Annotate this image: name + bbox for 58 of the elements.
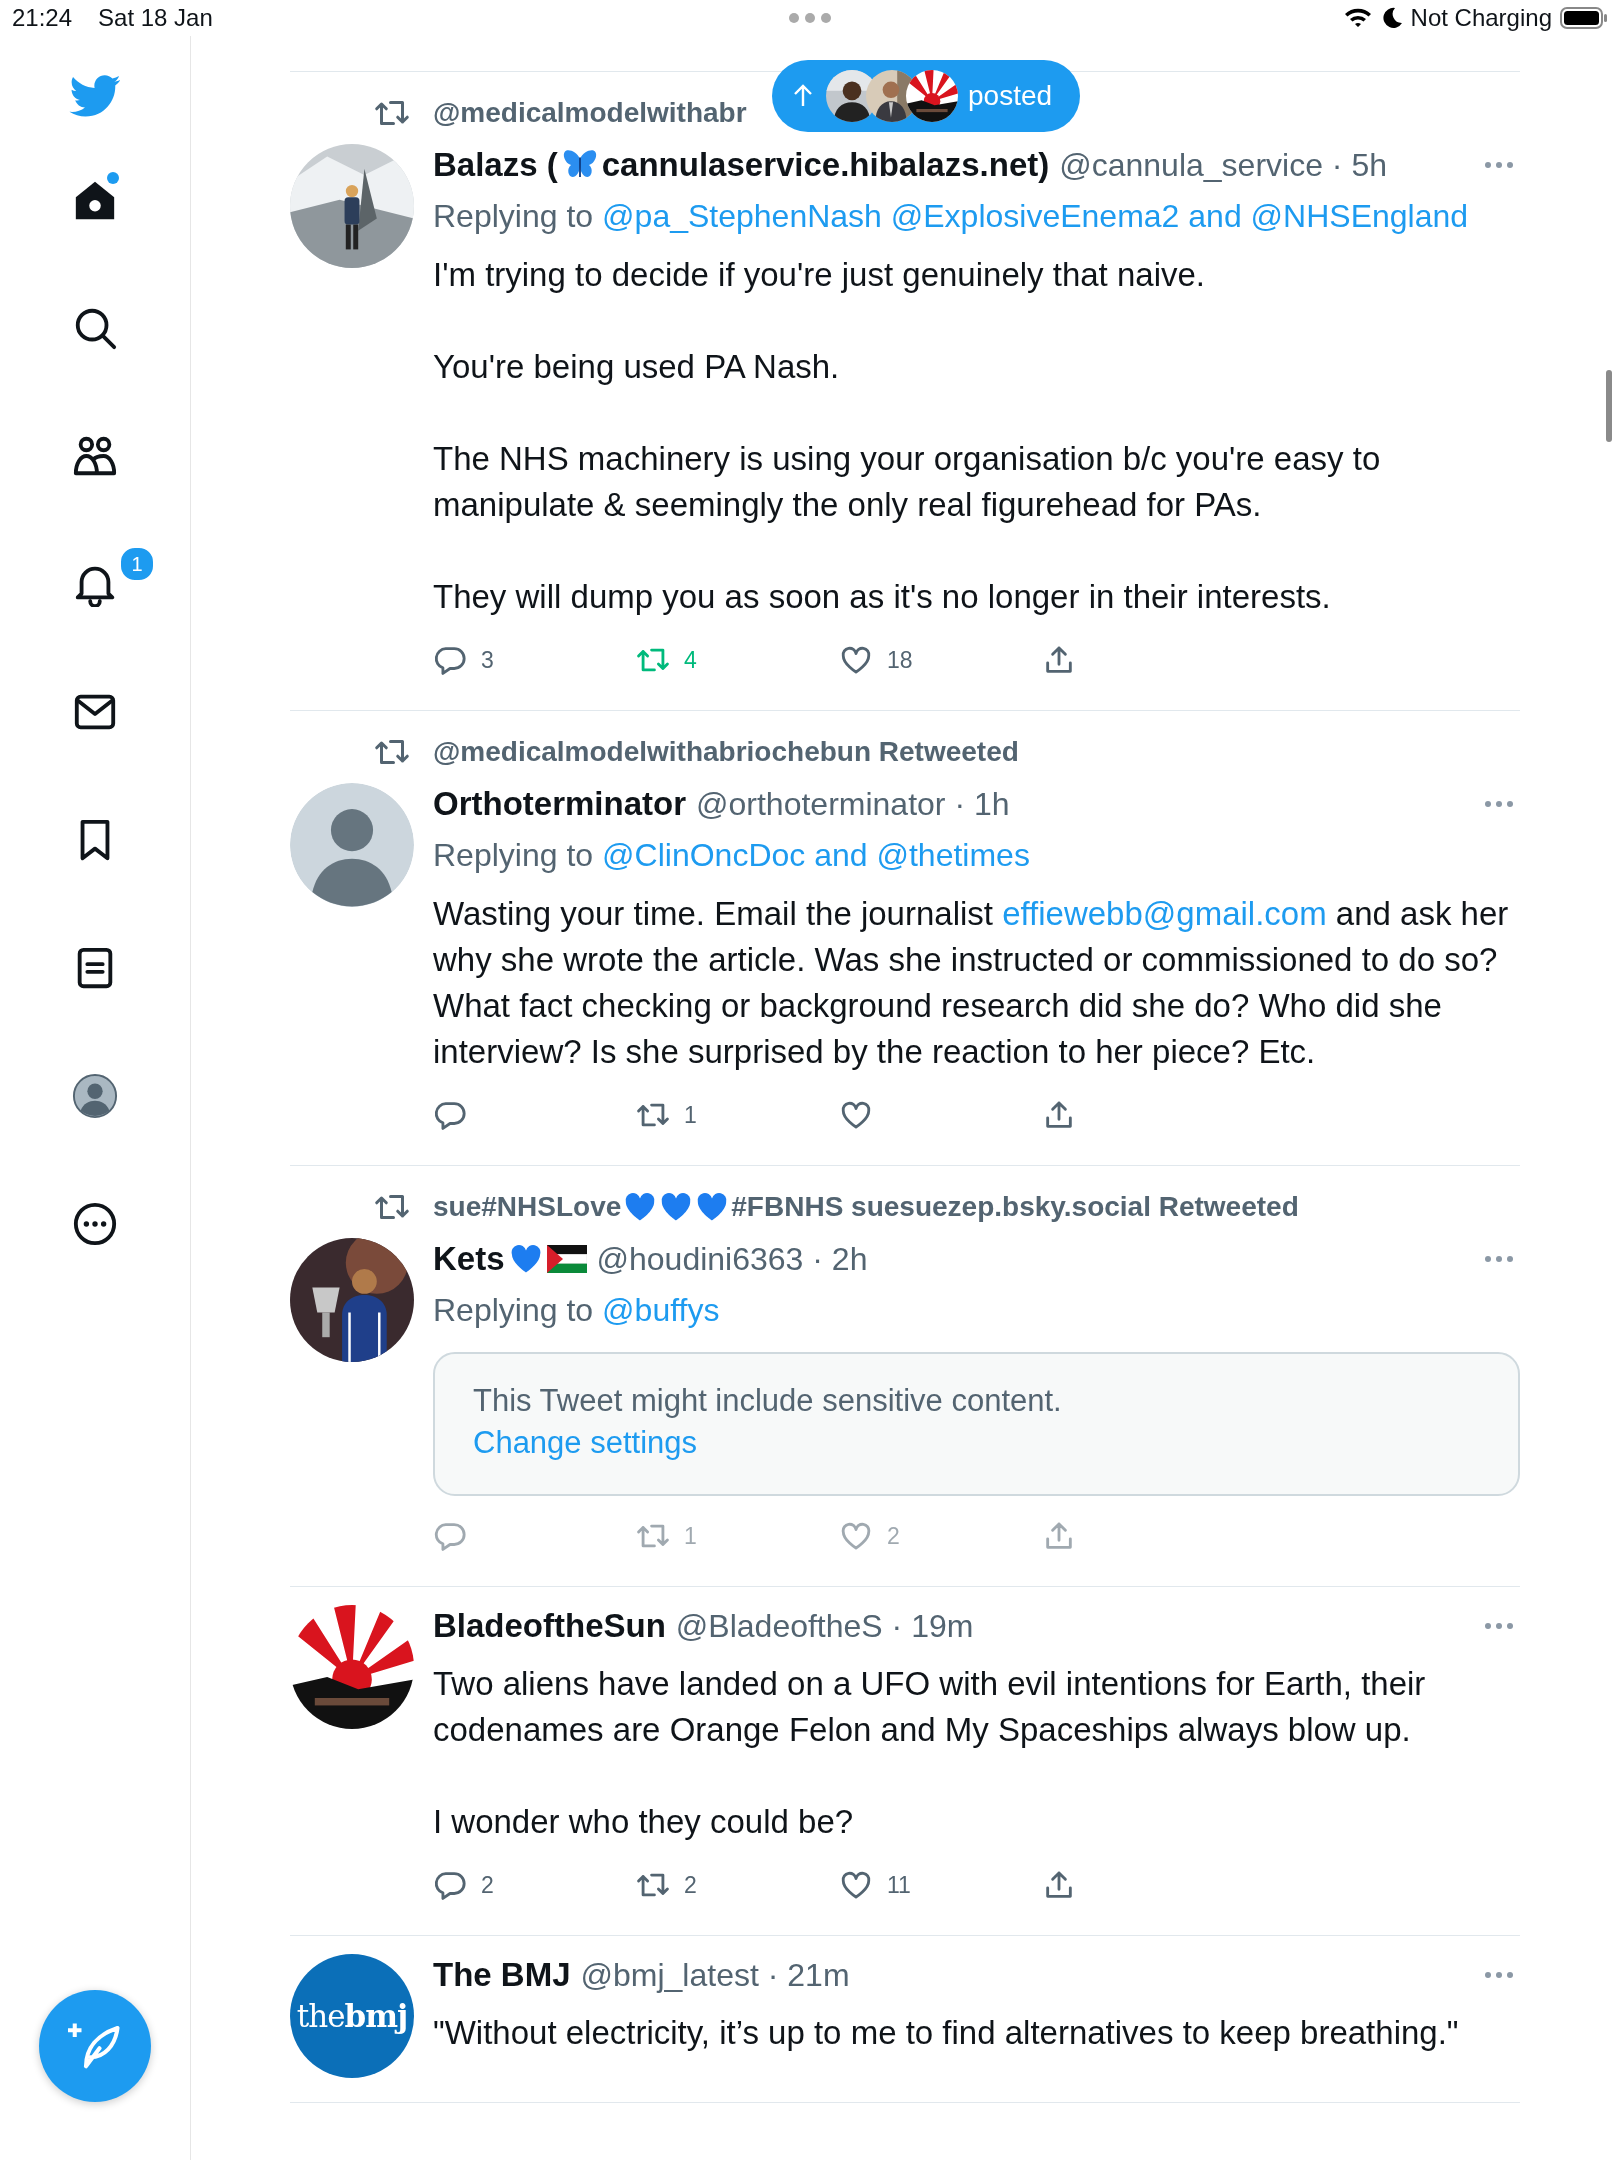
tweet-text: "Without electricity, it’s up to me to find alternatives to keep breathing."	[433, 2013, 1460, 2053]
mention-link[interactable]: @buffys	[602, 1291, 720, 1329]
multitasking-dots-icon[interactable]	[788, 12, 832, 24]
author-name: Orthoterminator	[433, 785, 686, 823]
tweet-text: Two aliens have landed on a UFO with evil intentions for Earth, their codenames are Orange Felon and My Spaceships always blow up.	[433, 1664, 1427, 1750]
author-name: Balazs (	[433, 146, 558, 184]
retweeted-by: sue#NHSLove	[433, 1191, 622, 1223]
notice-text: This Tweet might include sensitive content.	[473, 1382, 1063, 1420]
handle-and-time: @cannula_service · 5h	[1059, 146, 1387, 184]
tweet-text: Wasting your time. Email the journalist effiewebb@gmail.com and ask her why she wrote the article. Was she instructed or commissioned to do so? What fact checking or background research did she do? Who did she interview? Is she surprised by the reaction to her piece? Etc.	[433, 894, 1510, 1072]
retweeted-by: @medicalmodelwithabr	[433, 97, 747, 129]
retweet-button[interactable]: 1	[636, 1097, 839, 1133]
author-name: Kets	[433, 1240, 505, 1278]
tweet-text: I wonder who they could be?	[433, 1802, 855, 1842]
like-button[interactable]: 18	[839, 642, 1042, 678]
like-button[interactable]: 11	[839, 1867, 1042, 1903]
scrollbar[interactable]	[1606, 370, 1612, 442]
mention-link[interactable]: @pa_StephenNash @ExplosiveEnema2 and @NHSEngland	[602, 197, 1469, 235]
more-icon[interactable]	[72, 1201, 118, 1247]
compose-button[interactable]	[39, 1990, 151, 2102]
replying-label: Replying to	[433, 197, 594, 235]
email-link[interactable]: effiewebb@gmail.com	[1002, 895, 1327, 932]
handle-and-time: @houdini6363 · 2h	[596, 1240, 868, 1278]
reply-button[interactable]: 2	[433, 1867, 636, 1903]
default-avatar-icon[interactable]	[290, 783, 414, 907]
bird-logo[interactable]	[68, 73, 122, 119]
avatar-logo[interactable]: thebmj	[290, 1954, 414, 2078]
replying-label: Replying to	[433, 836, 594, 874]
up-arrow-icon	[792, 84, 814, 108]
mention-link[interactable]: @ClinOncDoc and @thetimes	[602, 836, 1030, 874]
flag-icon	[546, 1245, 587, 1273]
tweet-text: The NHS machinery is using your organisation b/c you're easy to manipulate & seemingly the only real figurehead for PAs.	[433, 439, 1382, 525]
handle-and-time: @BladeoftheS · 19m	[675, 1607, 974, 1645]
handle-and-time: @bmj_latest · 21m	[580, 1956, 850, 1994]
author-name: cannulaservice.hibalazs.net)	[601, 146, 1050, 184]
retweet-button[interactable]: 4	[636, 642, 839, 678]
moon-icon	[1380, 6, 1403, 30]
retweeted-by: #FBNHS suesuezep.bsky.social Retweeted	[731, 1191, 1299, 1223]
tweet-text: I'm trying to decide if you're just genuinely that naive.	[433, 255, 1207, 295]
avatar-icon[interactable]	[72, 1073, 118, 1119]
retweet-button[interactable]: 1	[636, 1518, 839, 1554]
battery-icon	[1560, 6, 1608, 30]
handle-and-time: @orthoterminator · 1h	[696, 785, 1010, 823]
author-name: The BMJ	[433, 1956, 571, 1994]
charging-status: Not Charging	[1410, 4, 1552, 32]
retweeted-by: @medicalmodelwithabriochebun Retweeted	[433, 736, 1019, 768]
tweet-text: They will dump you as soon as it's no longer in their interests.	[433, 577, 1332, 617]
tweet-text: You're being used PA Nash.	[433, 347, 841, 387]
status-time: 21:24	[12, 4, 73, 32]
status-date: Sat 18 Jan	[98, 4, 213, 32]
like-button[interactable]: 2	[839, 1518, 1042, 1554]
notification-badge: 1	[119, 546, 155, 582]
change-settings-link[interactable]: Change settings	[473, 1425, 698, 1460]
retweet-button[interactable]: 2	[636, 1867, 839, 1903]
new-posts-pill[interactable]: posted	[772, 60, 1080, 132]
author-name: BladeoftheSun	[433, 1607, 666, 1645]
replying-label: Replying to	[433, 1291, 594, 1329]
reply-button[interactable]: 3	[433, 642, 636, 678]
